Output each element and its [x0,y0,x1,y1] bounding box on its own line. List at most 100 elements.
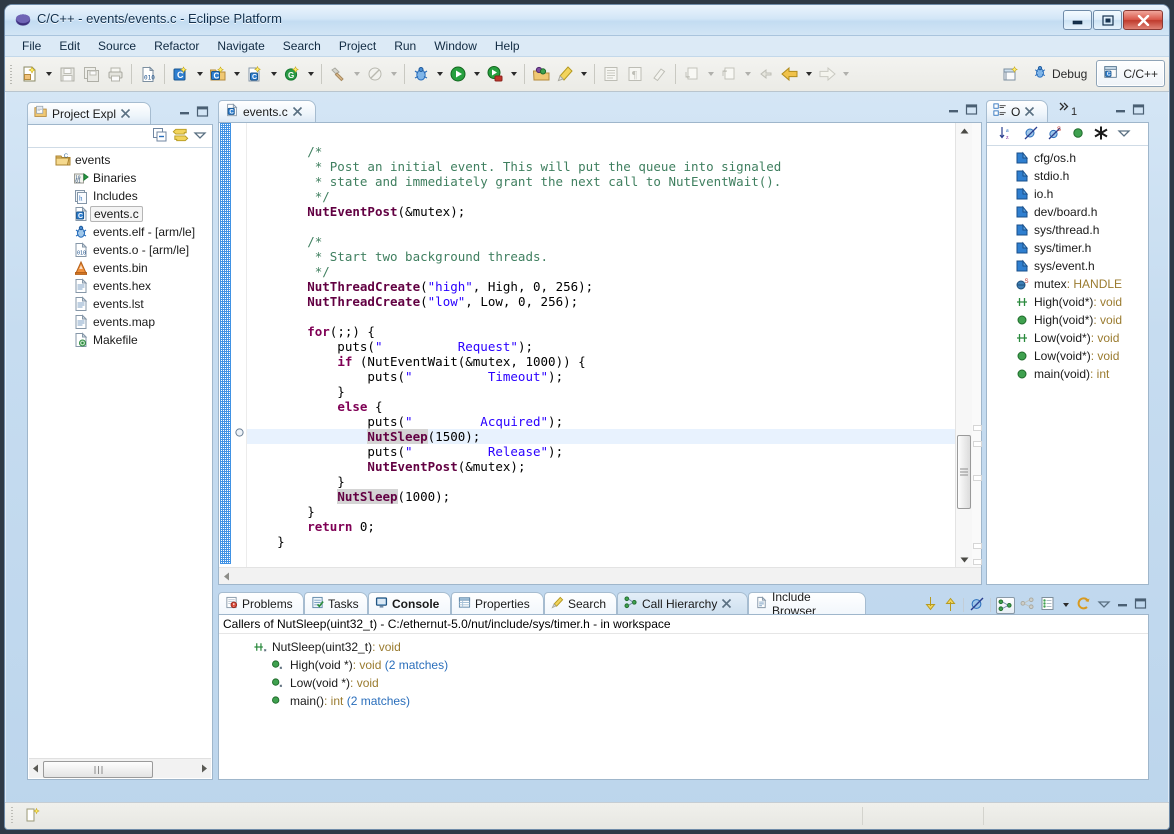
search-marker-dropdown-arrow[interactable] [577,62,590,86]
close-icon[interactable] [1024,106,1035,117]
tab-console[interactable]: Console [368,592,451,614]
tab-search[interactable]: Search [544,592,617,614]
external-tools-icon[interactable] [483,62,507,86]
outline-item[interactable]: io.h [988,185,1147,203]
tree-item[interactable]: events.lst [29,295,211,313]
tree-item[interactable]: events.map [29,313,211,331]
new-c-folder-dropdown-arrow[interactable] [230,62,243,86]
collapse-up-icon[interactable] [943,596,958,615]
minimize-icon[interactable] [178,105,191,121]
tree-item[interactable]: Makefile [29,331,211,349]
scroll-up-icon[interactable] [956,123,972,139]
source-code[interactable]: /* * Post an initial event. This will pu… [247,123,955,568]
outline-item[interactable]: High(void*) : void [988,311,1147,329]
outline-item[interactable]: dev/board.h [988,203,1147,221]
tab-problems[interactable]: Problems [218,592,304,614]
menu-item-project[interactable]: Project [330,37,385,55]
outline-item[interactable]: Low(void*) : void [988,329,1147,347]
sort-alpha-icon[interactable]: az [999,125,1015,144]
tree-item[interactable]: events.hex [29,277,211,295]
menu-item-source[interactable]: Source [89,37,145,55]
close-icon[interactable] [292,106,303,117]
scroll-left-icon[interactable] [29,764,43,773]
editor-marker-bar[interactable] [219,123,233,584]
new-c-project-dropdown-arrow[interactable] [193,62,206,86]
vscroll-thumb[interactable] [957,435,971,509]
perspective-debug[interactable]: Debug [1025,60,1094,87]
close-button[interactable] [1123,10,1163,30]
outline-item[interactable]: sys/thread.h [988,221,1147,239]
refresh-icon[interactable] [1076,596,1092,615]
tab-include-browser[interactable]: Include Browser [748,590,866,618]
editor-folding-bar[interactable] [233,123,247,584]
tree-item[interactable]: events.elf - [arm/le] [29,223,211,241]
project-explorer-hscrollbar[interactable] [29,758,211,778]
status-grip[interactable] [9,807,16,825]
new-class-icon[interactable]: G [280,62,304,86]
scroll-right-icon[interactable] [197,764,211,773]
search-marker-icon[interactable] [553,62,577,86]
close-icon[interactable] [120,108,131,119]
view-menu-icon[interactable] [193,128,207,145]
tree-item[interactable]: 010 events.o - [arm/le] [29,241,211,259]
perspective-cpp[interactable]: C C/C++ [1096,60,1165,87]
outline-item[interactable]: main(void) : int [988,365,1147,383]
build-dropdown-arrow[interactable] [350,62,363,86]
hide-nonpublic-icon[interactable] [1071,126,1085,143]
new-file-dropdown-arrow[interactable] [42,62,55,86]
menu-item-refactor[interactable]: Refactor [145,37,208,55]
next-annotation-dropdown-arrow[interactable] [704,62,717,86]
collapse-all-icon[interactable] [152,127,168,146]
outline-item[interactable]: sys/event.h [988,257,1147,275]
build-binary-icon[interactable]: 010 [136,62,160,86]
maximize-button[interactable] [1093,10,1122,30]
open-perspective-icon[interactable] [999,62,1023,86]
pin-icon[interactable] [969,596,985,615]
debug-dropdown-arrow[interactable] [433,62,446,86]
tab-outline[interactable]: O [986,100,1048,122]
maximize-icon[interactable] [965,103,978,119]
maximize-icon[interactable] [196,105,209,121]
tab-tasks[interactable]: Tasks [304,592,368,614]
menu-item-edit[interactable]: Edit [50,37,89,55]
show-callers-icon[interactable] [996,596,1015,614]
editor-body[interactable]: /* * Post an initial event. This will pu… [218,122,982,585]
editor-overview-ruler[interactable] [971,123,982,568]
minimize-icon[interactable] [1116,597,1129,613]
maximize-icon[interactable] [1132,103,1145,119]
hide-fields-icon[interactable] [1023,125,1039,144]
view-menu-icon[interactable] [1097,597,1111,614]
menu-item-window[interactable]: Window [425,37,486,55]
menu-item-help[interactable]: Help [486,37,529,55]
outline-item[interactable]: cfg/os.h [988,149,1147,167]
close-icon[interactable] [721,598,732,609]
tree-item[interactable]: events.bin [29,259,211,277]
run-icon[interactable] [446,62,470,86]
clean-dropdown-arrow[interactable] [387,62,400,86]
debug-bug-icon[interactable] [409,62,433,86]
call-tree-item[interactable]: main() : int (2 matches) [220,692,1147,710]
previous-annotation-dropdown-arrow[interactable] [741,62,754,86]
project-tree[interactable]: C events 10 01 Binaries h Includes C eve… [29,148,211,759]
tree-item-events-c[interactable]: C events.c [29,205,211,223]
tab-overflow-indicator[interactable]: 1 [1058,101,1077,118]
forward-dropdown-arrow[interactable] [839,62,852,86]
tab-properties[interactable]: Properties [451,592,544,614]
view-menu-icon[interactable] [1117,126,1131,143]
toolbar-grip[interactable] [8,63,15,85]
hide-macros-icon[interactable] [1093,125,1109,144]
editor-vscrollbar[interactable] [955,123,972,568]
tab-project-explorer[interactable]: Project Expl [27,102,151,124]
minimize-icon[interactable] [1114,103,1127,119]
menu-item-navigate[interactable]: Navigate [208,37,273,55]
link-with-editor-icon[interactable] [172,127,189,146]
outline-item[interactable]: sys/timer.h [988,239,1147,257]
outline-item[interactable]: stdio.h [988,167,1147,185]
back-dropdown-arrow[interactable] [802,62,815,86]
new-c-file-dropdown-arrow[interactable] [267,62,280,86]
editor-hscrollbar[interactable] [219,567,981,584]
run-dropdown-arrow[interactable] [470,62,483,86]
minimize-button[interactable] [1063,10,1092,30]
new-c-file-icon[interactable]: C [243,62,267,86]
outline-item[interactable]: S mutex : HANDLE [988,275,1147,293]
